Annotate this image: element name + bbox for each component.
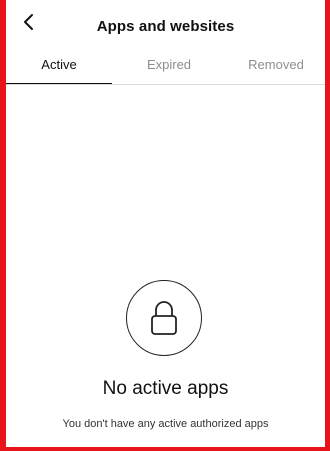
empty-state-title: No active apps [102,378,229,399]
lock-badge [126,280,202,356]
tab-active[interactable]: Active [6,48,112,84]
tab-bar: Active Expired Removed [6,48,325,85]
top-bar: Apps and websites [6,0,325,52]
lock-icon [151,301,177,335]
page-title: Apps and websites [96,18,235,35]
screen: Apps and websites Active Expired Removed… [0,0,330,451]
tab-removed[interactable]: Removed [226,48,325,84]
empty-state-subtitle: You don't have any active authorized app… [62,418,269,430]
tab-expired[interactable]: Expired [116,48,222,84]
